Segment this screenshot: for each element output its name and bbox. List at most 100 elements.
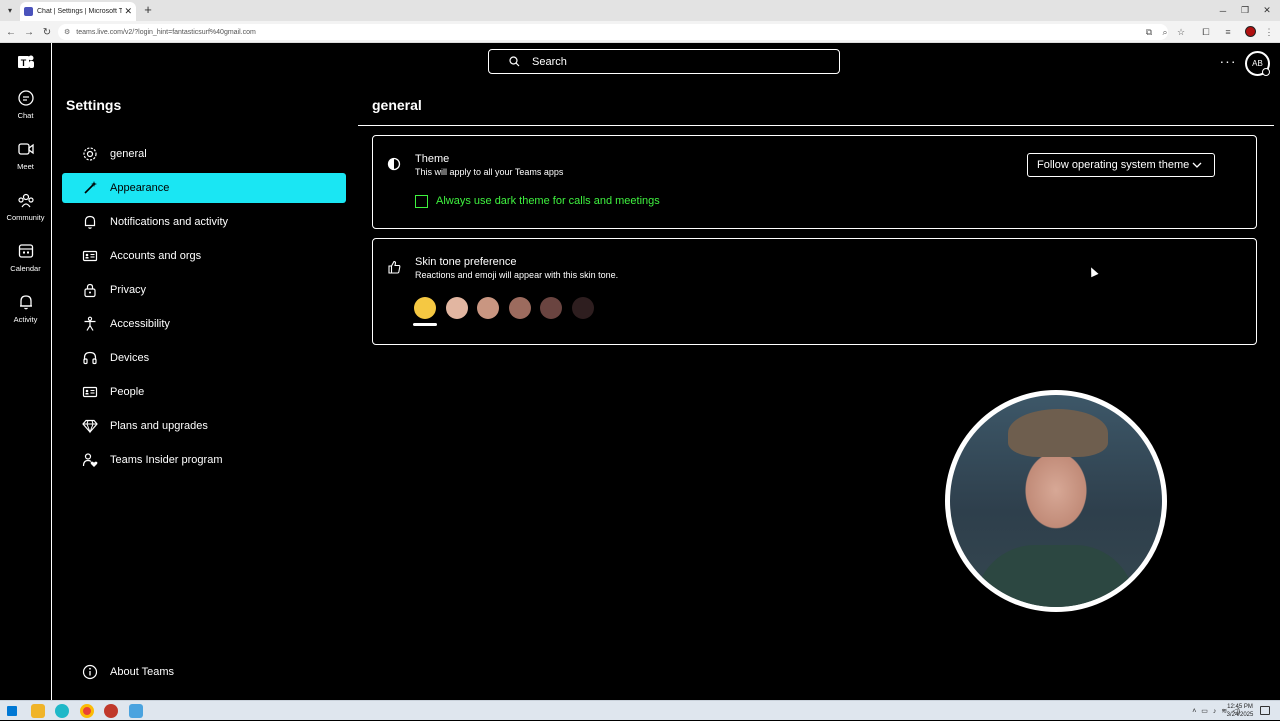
more-options-button[interactable]: ··· xyxy=(1219,53,1237,69)
search-icon xyxy=(509,56,520,67)
bell-icon xyxy=(84,215,96,229)
nav-item-privacy[interactable]: Privacy xyxy=(62,275,346,305)
theme-description: This will apply to all your Teams apps xyxy=(415,167,564,177)
back-icon[interactable]: ← xyxy=(3,24,19,40)
nav-item-label: Appearance xyxy=(110,182,170,194)
presence-status-icon xyxy=(1262,68,1270,76)
bell-icon xyxy=(19,295,32,310)
thumbs-up-icon xyxy=(388,260,401,274)
skin-tone-swatch[interactable] xyxy=(540,297,562,319)
nav-item-label: Accounts and orgs xyxy=(110,250,202,262)
skin-tone-description: Reactions and emoji will appear with thi… xyxy=(415,270,619,280)
translate-icon[interactable]: ⧉ xyxy=(1142,25,1156,39)
tray-chevron-icon[interactable]: ˄ xyxy=(1192,708,1196,715)
nav-item-label: Devices xyxy=(110,352,150,364)
chrome-icon[interactable] xyxy=(80,704,94,718)
zoom-icon[interactable]: ⌕ xyxy=(1158,25,1172,39)
nav-item-label: Accessibility xyxy=(110,318,170,330)
close-window-icon[interactable]: ✕ xyxy=(1256,0,1278,21)
diamond-icon xyxy=(82,419,98,434)
webcam-overlay xyxy=(945,390,1167,612)
theme-dropdown[interactable]: Follow operating system theme xyxy=(1027,153,1215,177)
info-icon xyxy=(82,664,98,680)
section-divider xyxy=(358,125,1274,126)
theme-title: Theme xyxy=(415,153,450,165)
tab-list-chevron-icon[interactable]: ▾ xyxy=(0,0,20,21)
rail-chat-label: Chat xyxy=(17,111,34,120)
browser-tab[interactable]: Chat | Settings | Microsoft Teams ✕ xyxy=(20,2,136,21)
settings-title: Settings xyxy=(66,97,122,113)
new-tab-button[interactable]: + xyxy=(141,2,155,18)
nav-item-plans[interactable]: Plans and upgrades xyxy=(62,411,346,441)
extensions-icon[interactable]: ⧠ xyxy=(1199,25,1213,39)
network-icon[interactable]: ▭ xyxy=(1201,707,1208,715)
wand-icon xyxy=(84,181,97,194)
skin-tone-swatch[interactable] xyxy=(445,297,468,319)
person-heart-icon xyxy=(82,453,98,467)
webcam-person-hair xyxy=(1008,409,1108,457)
bookmark-star-icon[interactable]: ☆ xyxy=(1174,25,1188,39)
maximize-icon[interactable]: ❐ xyxy=(1234,0,1256,21)
dark-calls-label[interactable]: Always use dark theme for calls and meet… xyxy=(436,195,660,207)
app-rail: T Chat Meet Community Calendar Activity xyxy=(0,43,52,700)
site-info-icon[interactable]: ⚙ xyxy=(64,28,70,36)
nav-item-devices[interactable]: Devices xyxy=(62,343,346,373)
skin-tone-card: Skin tone preference Reactions and emoji… xyxy=(372,238,1257,345)
rail-meet[interactable]: Meet xyxy=(0,140,51,171)
nav-item-people[interactable]: People xyxy=(62,377,346,407)
teams-app: T Chat Meet Community Calendar Activity … xyxy=(0,43,1280,700)
nav-item-accessibility[interactable]: Accessibility xyxy=(62,309,346,339)
forward-icon[interactable]: → xyxy=(21,24,37,40)
reload-icon[interactable]: ↻ xyxy=(39,24,55,40)
skin-tone-swatch[interactable] xyxy=(477,297,499,319)
nav-item-accounts[interactable]: Accounts and orgs xyxy=(62,241,346,271)
avatar[interactable]: AB xyxy=(1245,51,1270,76)
close-tab-icon[interactable]: ✕ xyxy=(124,6,132,17)
skin-tone-swatch[interactable] xyxy=(571,297,594,319)
headset-icon xyxy=(83,351,97,365)
nav-item-general[interactable]: general xyxy=(62,139,346,169)
microphone-icon[interactable]: ♪ xyxy=(1213,708,1217,715)
contact-card-icon xyxy=(82,386,98,398)
search-placeholder: Search xyxy=(532,55,567,68)
browser-toolbar: ← → ↻ ⚙ teams.live.com/v2/?login_hint=fa… xyxy=(0,21,1280,43)
file-explorer-icon[interactable] xyxy=(31,704,45,718)
rail-activity[interactable]: Activity xyxy=(0,293,51,324)
skin-tone-title: Skin tone preference xyxy=(415,256,517,268)
chevron-down-icon xyxy=(1192,162,1202,168)
rail-chat[interactable]: Chat xyxy=(0,89,51,120)
system-clock[interactable]: 12:45 PM 3/24/2025 xyxy=(1222,703,1258,719)
nav-item-label: Plans and upgrades xyxy=(110,420,208,432)
id-card-icon xyxy=(82,250,98,262)
nav-item-appearance[interactable]: Appearance xyxy=(62,173,346,203)
rail-calendar[interactable]: Calendar xyxy=(0,242,51,273)
notification-icon[interactable] xyxy=(1260,706,1270,715)
address-bar[interactable]: ⚙ teams.live.com/v2/?login_hint=fantasti… xyxy=(58,24,1168,40)
rail-activity-label: Activity xyxy=(13,315,38,324)
browser-menu-icon[interactable]: ⋮ xyxy=(1262,25,1276,39)
dark-calls-checkbox[interactable] xyxy=(415,195,428,208)
teams-favicon-icon xyxy=(24,7,33,16)
skin-tone-swatch[interactable] xyxy=(508,297,531,319)
app-icon[interactable] xyxy=(129,704,143,718)
nav-item-label: general xyxy=(110,148,147,160)
rail-community[interactable]: Community xyxy=(0,191,51,222)
start-windows-icon[interactable] xyxy=(7,706,17,716)
skin-tone-swatch[interactable] xyxy=(414,297,436,319)
nav-item-insider[interactable]: Teams Insider program xyxy=(62,445,346,475)
edge-icon[interactable] xyxy=(55,704,69,718)
about-teams-link[interactable]: About Teams xyxy=(62,657,346,687)
search-input[interactable]: Search xyxy=(488,49,840,74)
recording-app-icon[interactable] xyxy=(104,704,118,718)
rail-community-label: Community xyxy=(6,213,45,222)
teams-logo-icon: T xyxy=(0,53,51,75)
contrast-icon xyxy=(387,157,401,171)
browser-profile-icon[interactable] xyxy=(1245,26,1256,37)
media-control-icon[interactable]: ≡ xyxy=(1221,25,1235,39)
avatar-initials: AB xyxy=(1252,59,1263,68)
nav-item-notifications[interactable]: Notifications and activity xyxy=(62,207,346,237)
theme-card: Theme This will apply to all your Teams … xyxy=(372,135,1257,229)
video-camera-icon xyxy=(17,143,34,155)
minimize-icon[interactable]: ─ xyxy=(1212,0,1234,21)
clock-time: 12:45 PM xyxy=(1227,704,1253,710)
